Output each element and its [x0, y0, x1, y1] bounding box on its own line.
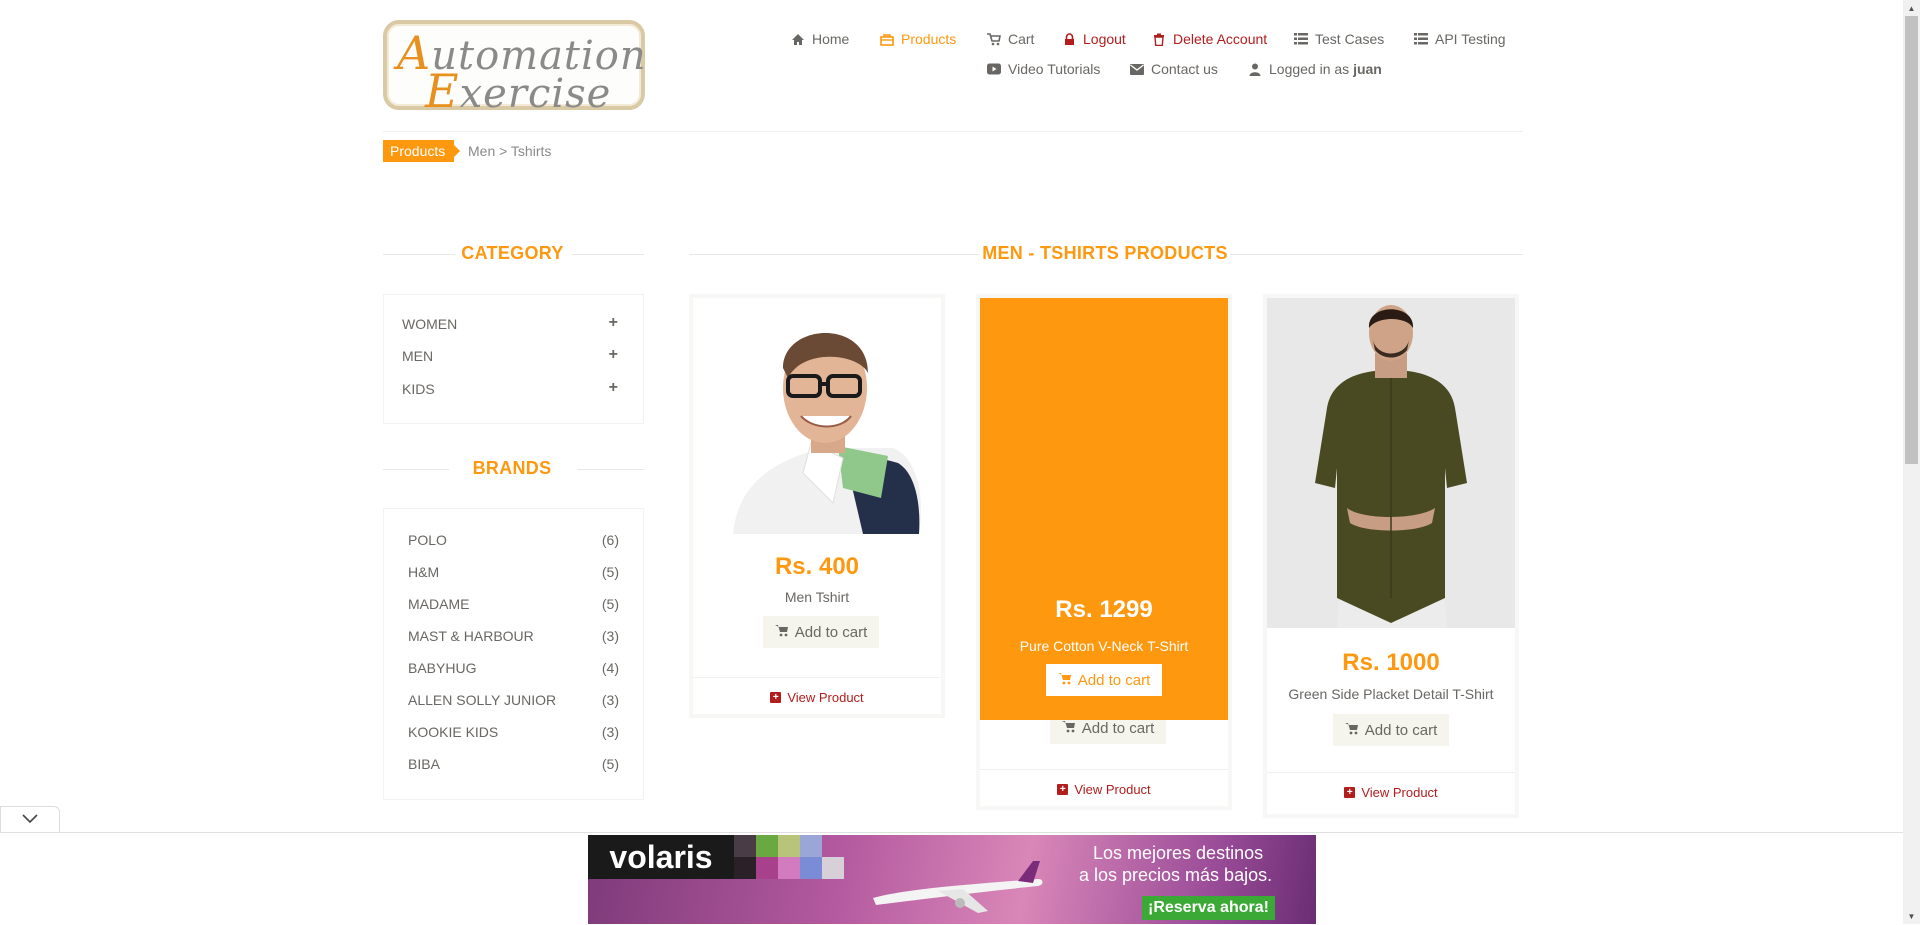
- view-product-link[interactable]: + View Product: [1267, 772, 1515, 811]
- plus-square-icon: +: [1057, 783, 1069, 795]
- logged-in-status: Logged in as juan: [1248, 61, 1382, 77]
- brand-kookie-kids[interactable]: KOOKIE KIDS (3): [408, 724, 619, 740]
- breadcrumb: Men > Tshirts: [468, 143, 552, 159]
- view-product-link[interactable]: + View Product: [693, 677, 941, 716]
- category-title: CATEGORY: [461, 243, 564, 263]
- brand-babyhug[interactable]: BABYHUG (4): [408, 660, 619, 676]
- brand-polo[interactable]: POLO (6): [408, 532, 619, 548]
- brand-hm[interactable]: H&M (5): [408, 564, 619, 580]
- brand-allen-solly-junior[interactable]: ALLEN SOLLY JUNIOR (3): [408, 692, 619, 708]
- add-to-cart-button[interactable]: Add to cart: [1046, 664, 1162, 696]
- plus-square-icon: +: [770, 691, 782, 703]
- brand-madame[interactable]: MADAME (5): [408, 596, 619, 612]
- product-name: Green Side Placket Detail T-Shirt: [1288, 686, 1494, 702]
- product-price: Rs. 1299: [1055, 596, 1153, 623]
- category-men[interactable]: MEN +: [402, 347, 618, 365]
- product-price: Rs. 400: [774, 553, 860, 580]
- chevron-down-icon: [22, 811, 38, 829]
- add-to-cart-button[interactable]: Add to cart: [763, 616, 879, 648]
- plus-icon[interactable]: +: [609, 315, 618, 332]
- category-title-line-left: [383, 254, 455, 255]
- logged-in-label: Logged in as juan: [1269, 61, 1382, 77]
- list-icon: [1294, 32, 1308, 46]
- brand-mast-harbour[interactable]: MAST & HARBOUR (3): [408, 628, 619, 644]
- ad-banner[interactable]: volaris Los mejores destinos a los preci…: [588, 835, 1316, 924]
- view-product-link[interactable]: + View Product: [980, 769, 1228, 808]
- category-panel: WOMEN + MEN + KIDS +: [383, 294, 644, 424]
- trash-icon: [1152, 32, 1166, 46]
- nav-products[interactable]: Products: [880, 31, 956, 47]
- cart-icon: [774, 624, 789, 641]
- scrollbar-thumb[interactable]: [1905, 16, 1918, 464]
- ad-cta-button[interactable]: ¡Reserva ahora!: [1142, 896, 1275, 920]
- username: juan: [1353, 61, 1382, 77]
- plus-square-icon: +: [1344, 786, 1356, 798]
- product-image: [693, 298, 941, 534]
- header-divider: [383, 131, 1523, 132]
- cart-icon: [987, 32, 1001, 46]
- nav-delete-account[interactable]: Delete Account: [1152, 31, 1267, 47]
- nav-video-tutorials[interactable]: Video Tutorials: [987, 61, 1100, 77]
- main-title-line-right: [1230, 254, 1523, 255]
- ad-tagline-2: a los precios más bajos.: [1079, 865, 1273, 885]
- brands-title: BRANDS: [472, 458, 552, 478]
- home-icon: [791, 32, 805, 46]
- plus-icon[interactable]: +: [609, 380, 618, 397]
- ad-tagline-1: Los mejores destinos: [1093, 843, 1264, 863]
- brand-biba[interactable]: BIBA (5): [408, 756, 619, 772]
- cart-icon: [1344, 722, 1359, 739]
- list-icon: [1414, 32, 1428, 46]
- site-logo[interactable]: Automation Exercise: [383, 20, 646, 118]
- category-title-line-right: [572, 254, 644, 255]
- youtube-play-icon: [987, 62, 1001, 76]
- product-image: [1267, 298, 1515, 628]
- brands-title-line-left: [383, 469, 449, 470]
- nav-cart[interactable]: Cart: [987, 31, 1034, 47]
- scroll-up-arrow-icon[interactable]: ▲: [1903, 0, 1920, 16]
- product-card: Rs. 400 Men Tshirt Add to cart + View Pr…: [689, 294, 945, 718]
- ad-collapse-toggle[interactable]: [0, 806, 60, 833]
- scroll-down-arrow-icon[interactable]: ▼: [1903, 908, 1920, 924]
- product-price: Rs. 1000: [1342, 649, 1440, 676]
- add-to-cart-button[interactable]: Add to cart: [1333, 714, 1449, 746]
- cart-icon: [1061, 720, 1076, 737]
- nav-logout[interactable]: Logout: [1062, 31, 1126, 47]
- product-card: Add to cart + View Product Rs. 1299 Pure…: [976, 294, 1232, 810]
- main-title-line-left: [689, 254, 979, 255]
- user-icon: [1248, 62, 1262, 76]
- product-name: Men Tshirt: [784, 589, 850, 605]
- nav-test-cases[interactable]: Test Cases: [1294, 31, 1384, 47]
- lock-icon: [1062, 32, 1076, 46]
- plus-icon[interactable]: +: [609, 347, 618, 364]
- product-overlay[interactable]: Rs. 1299 Pure Cotton V-Neck T-Shirt Add …: [980, 298, 1228, 720]
- shopping-bag-icon: [880, 32, 894, 46]
- ad-color-swatches: [734, 835, 844, 879]
- category-kids[interactable]: KIDS +: [402, 380, 618, 398]
- page-title: MEN - TSHIRTS PRODUCTS: [982, 243, 1228, 263]
- brands-title-line-right: [577, 469, 644, 470]
- nav-home[interactable]: Home: [791, 31, 849, 47]
- airplane-icon: [873, 861, 1043, 913]
- cart-icon: [1057, 672, 1072, 689]
- nav-contact-us[interactable]: Contact us: [1130, 61, 1218, 77]
- brands-panel: POLO (6) H&M (5) MADAME (5) MAST & HARBOUR(…: [383, 508, 644, 800]
- product-card: Rs. 1000 Green Side Placket Detail T-Shi…: [1263, 294, 1519, 818]
- ad-brand-logo: volaris: [588, 835, 734, 879]
- page: Automation Exercise Home Products Cart L…: [0, 0, 1920, 925]
- product-name: Pure Cotton V-Neck T-Shirt: [1019, 638, 1189, 654]
- breadcrumb-tag: Products: [383, 140, 461, 162]
- nav-api-testing[interactable]: API Testing: [1414, 31, 1506, 47]
- envelope-icon: [1130, 62, 1144, 76]
- category-women[interactable]: WOMEN +: [402, 315, 618, 333]
